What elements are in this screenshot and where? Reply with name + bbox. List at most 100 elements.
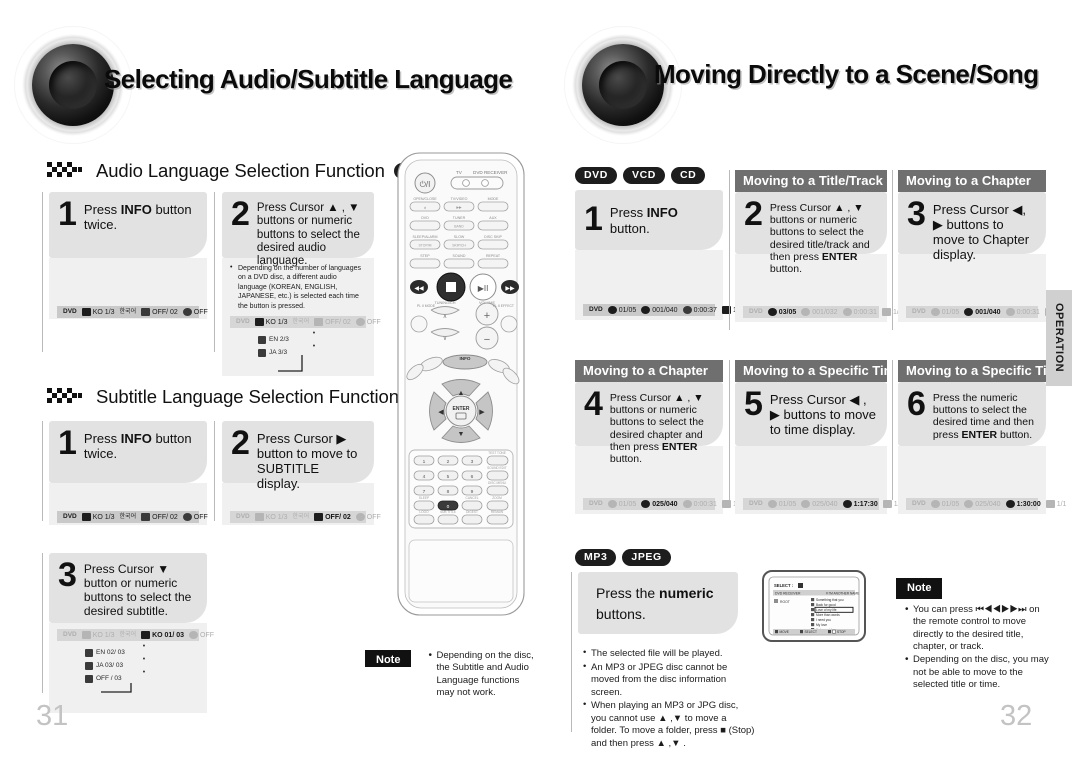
- step-4-box: 4 Press Cursor ▲ , ▼ buttons or numeric …: [575, 382, 723, 465]
- osd-time: 0:00:37: [682, 306, 717, 314]
- side-tab-operation: OPERATION: [1046, 290, 1072, 386]
- step-4-scene: Moving to a Chapter 4 Press Cursor ▲ , ▼…: [575, 360, 743, 514]
- osd-repeat: OFF: [355, 513, 381, 521]
- step-2-bullet-list: Depending on the number of languages on …: [230, 263, 366, 311]
- osd-chapter: 001/040: [641, 306, 678, 314]
- step-number: 6: [907, 385, 926, 423]
- step-3-box: 3 Press Cursor ◀, ▶ buttons to move to C…: [898, 192, 1046, 262]
- osd-title: 01/05: [607, 500, 636, 508]
- osd-status-bar: DVD KO 1/3 한국어 OFF/ 02 OFF: [230, 511, 381, 523]
- svg-text:SUB TITLE: SUB TITLE: [440, 510, 456, 514]
- note-text: Depending on the disc, the Subtitle and …: [419, 649, 537, 700]
- svg-text:TV: TV: [456, 170, 463, 175]
- step-instruction: Press Cursor ▲ , ▼ buttons or numeric bu…: [769, 202, 870, 275]
- osd-audio: KO 1/3: [254, 513, 288, 521]
- svg-text:TEST TONE: TEST TONE: [488, 451, 506, 455]
- svg-text:REMAIN: REMAIN: [491, 510, 504, 514]
- osd-status-bar: DVD KO 1/3 한국어 OFF/ 02 OFF: [57, 306, 208, 318]
- bullet-item: When playing an MP3 or JPG disc, you can…: [583, 699, 755, 750]
- note-badge: Note: [365, 650, 412, 667]
- chapter-icon: [801, 500, 811, 508]
- disc-badge-mp3: MP3: [575, 549, 617, 566]
- column-divider: [42, 192, 43, 352]
- svg-text:SOUND EDIT: SOUND EDIT: [487, 466, 507, 470]
- disc-badge-jpeg: JPEG: [622, 549, 671, 566]
- left-page-title: Selecting Audio/Subtitle Language: [104, 64, 513, 94]
- osd-disc-label: DVD: [912, 307, 926, 315]
- osd-time: 0:00:31: [682, 500, 717, 508]
- svg-text:▲: ▲: [423, 206, 426, 210]
- disc-badge-dvd: DVD: [575, 167, 617, 184]
- side-tab-label: OPERATION: [1053, 303, 1065, 373]
- step-instruction: Press the numeric buttons to select the …: [932, 392, 1034, 441]
- step-6-box: 6 Press the numeric buttons to select th…: [898, 382, 1046, 446]
- osd-audio: KO 1/3: [81, 631, 115, 639]
- step-2-subtitle-box: 2 Press Cursor ▶ button to move to SUBTI…: [222, 421, 374, 491]
- osd-status-bar: DVD KO 1/3 한국어 KO 01/ 03 OFF: [57, 629, 214, 641]
- svg-text:▶II: ▶II: [478, 284, 489, 293]
- svg-text:Something that you: Something that you: [816, 598, 844, 602]
- note-item: Depending on the disc, you may not be ab…: [905, 653, 1051, 691]
- step-number: 2: [744, 195, 763, 233]
- disc-badges-row: DVD VCD CD: [575, 167, 706, 184]
- mp3-step-box: Press the numeric buttons.: [578, 572, 738, 634]
- svg-text:STOP/M: STOP/M: [419, 244, 432, 248]
- column-divider: [571, 572, 572, 732]
- svg-text:DISC SKIP: DISC SKIP: [484, 235, 502, 239]
- osd-status-bar: DVD KO 1/3 한국어 OFF/ 02 OFF: [57, 511, 208, 523]
- step-instruction: Press Cursor ▲ , ▼ buttons or numeric bu…: [256, 202, 360, 268]
- svg-text:# I'M ANOTHER NAME: # I'M ANOTHER NAME: [826, 591, 859, 595]
- repeat-icon: [182, 308, 192, 316]
- subtitle-icon: [314, 513, 324, 521]
- svg-text:SLEEP: SLEEP: [419, 496, 429, 500]
- page-number-left: 31: [36, 700, 69, 732]
- manual-page-spread: Selecting Audio/Subtitle Language Audio …: [0, 0, 1080, 763]
- mp3-jpeg-badges: MP3 JPEG: [575, 549, 671, 566]
- bullet-item: Depending on the number of languages on …: [230, 263, 366, 311]
- osd-disc-label: DVD: [749, 307, 763, 315]
- svg-text:7: 7: [423, 489, 426, 495]
- svg-text:STOP: STOP: [837, 630, 846, 634]
- osd-subtitle: OFF/ 02: [314, 318, 351, 327]
- column-header-title-track: Moving to a Title/Track: [735, 170, 887, 192]
- svg-text:TUNING/CH: TUNING/CH: [434, 301, 455, 305]
- tv-screen-illustration: SELECT : DVD RECEIVER # I'M ANOTHER NAME…: [762, 570, 866, 642]
- step-2-box: 2 Press Cursor ▲ , ▼ buttons or numeric …: [735, 192, 887, 275]
- chapter-icon: [641, 306, 651, 314]
- svg-text:More than words: More than words: [816, 613, 840, 617]
- loop-arrow-icon: [101, 683, 132, 693]
- audio-icon: [81, 631, 91, 639]
- svg-text:8: 8: [447, 489, 450, 495]
- svg-text:LOGO: LOGO: [419, 510, 429, 514]
- column-divider: [42, 553, 43, 693]
- svg-text:−: −: [484, 334, 490, 346]
- svg-text:CANCEL: CANCEL: [466, 496, 479, 500]
- section-title-text: Audio Language Selection Function: [96, 160, 385, 181]
- subtitle-icon: [141, 308, 151, 316]
- osd-status-bar: DVD 03/05 001/032 0:00:31 1/1: [743, 306, 903, 318]
- step-number: 5: [744, 385, 763, 423]
- step-number: 2: [231, 195, 250, 233]
- step-number: 3: [58, 556, 77, 594]
- repeat-icon: [189, 631, 199, 639]
- osd-chapter: 025/040: [964, 500, 1001, 508]
- step-1-subtitle: 1 Press INFO button twice. DVD KO 1/3 한국…: [49, 421, 208, 525]
- chain-item: JA 03/ 03: [85, 662, 199, 670]
- step-instruction: Press Cursor ◀ , ▶ buttons to move to ti…: [769, 392, 877, 438]
- osd-time: 1:17:30: [842, 500, 878, 508]
- svg-text:DVD RECEIVER: DVD RECEIVER: [473, 170, 508, 175]
- osd-title: 01/05: [607, 306, 636, 314]
- osd-subtitle: OFF/ 02: [314, 513, 351, 521]
- step-3-subtitle: 3 Press Cursor ▼ button or numeric butto…: [49, 553, 214, 713]
- svg-text:AUX: AUX: [489, 216, 497, 220]
- svg-text:+: +: [484, 310, 490, 322]
- osd-status-bar: DVD 01/05 001/040 0:00:37 1/1: [583, 304, 743, 316]
- step-instruction: Press INFO button.: [609, 205, 678, 236]
- osd-chapter: 001/040: [964, 308, 1001, 316]
- svg-text:TV/VIDEO: TV/VIDEO: [451, 197, 468, 201]
- osd-disc-label: DVD: [589, 305, 603, 313]
- svg-text:I need you: I need you: [816, 618, 831, 622]
- svg-text:SLEEP/ALARM: SLEEP/ALARM: [413, 235, 438, 239]
- svg-text:▼: ▼: [458, 431, 465, 438]
- svg-text:6: 6: [471, 474, 474, 480]
